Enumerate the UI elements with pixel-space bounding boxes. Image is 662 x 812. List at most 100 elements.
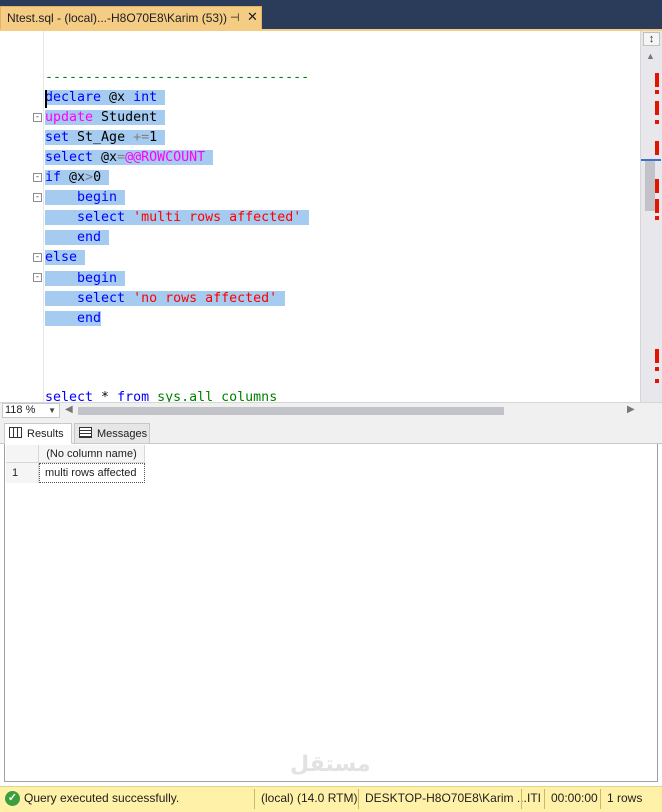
status-row-count: 1 rows xyxy=(607,791,643,805)
keyword-from: from xyxy=(117,390,150,402)
horizontal-scrollbar-thumb[interactable] xyxy=(78,407,504,415)
collapse-icon[interactable]: - xyxy=(33,113,42,122)
code-line-update: update Student xyxy=(45,108,166,128)
string-literal: 'no rows affected' xyxy=(133,291,278,306)
scroll-left-arrow-icon[interactable]: ◀ xyxy=(65,404,73,415)
system-object: sys.all_columns xyxy=(149,390,278,402)
tab-results-label: Results xyxy=(27,428,64,440)
error-marker xyxy=(655,199,659,213)
collapse-icon[interactable]: - xyxy=(33,173,42,182)
status-elapsed-time: 00:00:00 xyxy=(551,791,598,805)
document-tab-ntest-sql[interactable]: Ntest.sql - (local)...-H8O70E8\Karim (53… xyxy=(0,6,262,30)
status-server: (local) (14.0 RTM) xyxy=(261,791,358,805)
error-marker xyxy=(655,349,659,363)
zoom-level: 118 % xyxy=(5,404,36,416)
update-table: Student xyxy=(93,110,158,125)
tab-messages-label: Messages xyxy=(97,428,148,440)
keyword-select: select xyxy=(77,210,126,225)
chevron-down-icon: ▼ xyxy=(48,406,56,415)
error-marker xyxy=(655,101,659,115)
select-variable: @x xyxy=(93,150,118,165)
code-line-select-all-columns: select * from sys.all_columns xyxy=(45,388,277,402)
grid-column-header[interactable]: (No column name) xyxy=(39,445,145,463)
error-marker xyxy=(655,90,659,94)
rowcount-function: @@ROWCOUNT xyxy=(125,150,206,165)
status-separator xyxy=(600,789,601,809)
set-value: 1 xyxy=(149,130,158,145)
grid-row-number[interactable]: 1 xyxy=(6,463,39,483)
keyword-select: select xyxy=(45,150,94,165)
editor-horizontal-bar: 118 % ▼ ◀ ▶ xyxy=(0,402,662,418)
if-variable: @x xyxy=(61,170,86,185)
if-operator: > xyxy=(85,170,94,185)
tab-messages[interactable]: Messages xyxy=(74,423,150,444)
set-column: St_Age xyxy=(69,130,134,145)
keyword-else: else xyxy=(45,250,78,265)
code-line-end-2: end xyxy=(45,309,102,329)
code-line-select-multi: select 'multi rows affected' xyxy=(45,208,310,228)
grid-corner[interactable] xyxy=(6,445,39,463)
collapse-icon[interactable]: - xyxy=(33,253,42,262)
outline-gutter xyxy=(43,31,44,402)
error-marker xyxy=(655,73,659,87)
split-window-icon[interactable]: ↕ xyxy=(643,32,660,46)
scroll-right-arrow-icon[interactable]: ▶ xyxy=(627,404,635,415)
error-marker xyxy=(655,367,659,371)
scroll-up-arrow-icon[interactable]: ▲ xyxy=(646,51,655,61)
results-tab-strip: Results Messages xyxy=(0,418,662,444)
keyword-select: select xyxy=(77,291,126,306)
status-separator xyxy=(544,789,545,809)
grid-icon xyxy=(9,427,22,438)
collapse-icon[interactable]: - xyxy=(33,273,42,282)
code-line-end-1: end xyxy=(45,228,110,248)
status-message: Query executed successfully. xyxy=(24,791,180,805)
keyword-begin: begin xyxy=(77,190,118,205)
error-marker xyxy=(655,179,659,193)
code-comment-dashes: --------------------------------- xyxy=(45,70,310,85)
keyword-update: update xyxy=(45,110,94,125)
keyword-select: select xyxy=(45,390,94,402)
tab-results[interactable]: Results xyxy=(4,423,72,444)
string-literal: 'multi rows affected' xyxy=(133,210,302,225)
text-caret xyxy=(45,90,47,108)
select-equals: = xyxy=(117,150,126,165)
pin-icon[interactable]: ⊣ xyxy=(230,11,240,24)
status-bar: ✓ Query executed successfully. (local) (… xyxy=(0,786,662,812)
code-line-begin-1: begin xyxy=(45,188,126,208)
code-line-declare: declare @x int xyxy=(45,88,166,108)
declare-variable: @x xyxy=(101,90,134,105)
error-marker xyxy=(655,216,659,220)
select-star: * xyxy=(93,390,118,402)
watermark-logo: مستقل xyxy=(290,752,371,777)
editor-vertical-scrollbar[interactable]: ↕ ▲ xyxy=(640,31,662,402)
status-connection: DESKTOP-H8O70E8\Karim ... xyxy=(365,791,527,805)
collapse-icon[interactable]: - xyxy=(33,193,42,202)
status-separator xyxy=(254,789,255,809)
code-line-if: if @x>0 xyxy=(45,168,110,188)
document-tab-title: Ntest.sql - (local)...-H8O70E8\Karim (53… xyxy=(7,11,228,25)
keyword-begin: begin xyxy=(77,271,118,286)
error-marker xyxy=(655,379,659,383)
keyword-int: int xyxy=(133,90,158,105)
code-line-set: set St_Age +=1 xyxy=(45,128,166,148)
keyword-set: set xyxy=(45,130,70,145)
code-line-select-rowcount: select @x=@@ROWCOUNT xyxy=(45,148,214,168)
error-marker xyxy=(655,120,659,124)
grid-cell[interactable]: multi rows affected xyxy=(39,463,145,483)
status-separator xyxy=(358,789,359,809)
keyword-end: end xyxy=(77,230,102,245)
keyword-declare: declare xyxy=(45,90,102,105)
close-icon[interactable]: ✕ xyxy=(247,9,258,25)
code-line-else: else xyxy=(45,248,86,268)
status-database: ITI xyxy=(527,791,541,805)
zoom-dropdown[interactable]: 118 % ▼ xyxy=(2,403,60,418)
scrollbar-thumb[interactable] xyxy=(645,161,655,211)
set-operator: += xyxy=(133,130,150,145)
code-line-begin-2: begin xyxy=(45,269,126,289)
keyword-if: if xyxy=(45,170,62,185)
messages-icon xyxy=(79,427,92,438)
success-check-icon: ✓ xyxy=(5,791,20,806)
keyword-end: end xyxy=(77,311,102,326)
error-marker xyxy=(655,141,659,155)
results-grid[interactable]: (No column name) 1 multi rows affected xyxy=(4,444,658,782)
